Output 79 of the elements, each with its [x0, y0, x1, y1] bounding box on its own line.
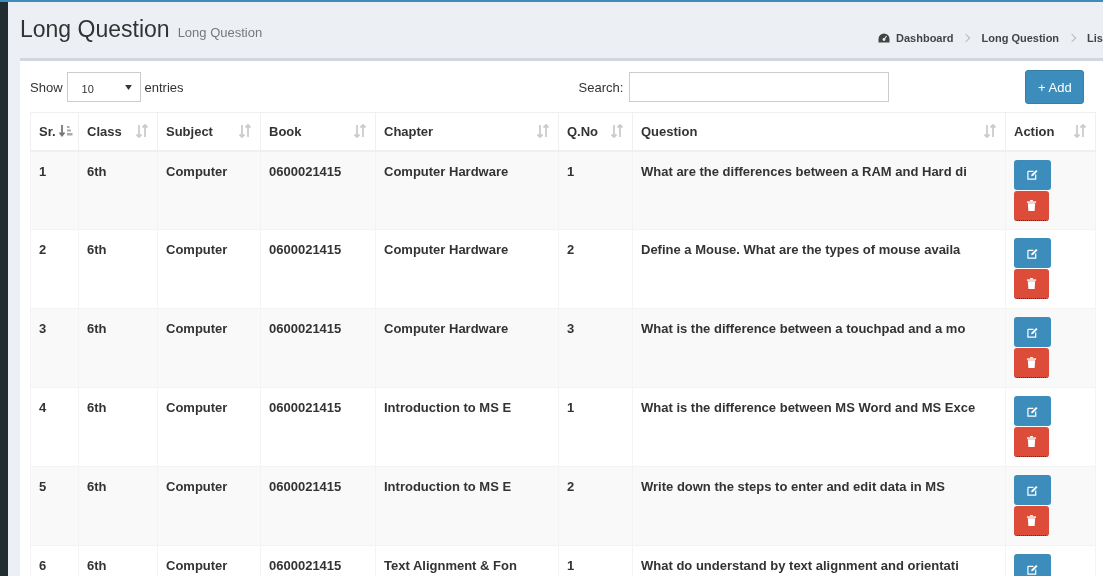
table-cell: Define a Mouse. What are the types of mouse availa — [632, 229, 1006, 309]
table-cell: 6th — [78, 308, 158, 388]
delete-button[interactable] — [1014, 190, 1049, 221]
table-cell: Introduction to MS E — [375, 466, 559, 546]
column-header[interactable]: Class — [78, 112, 158, 151]
table-cell: What is the difference between MS Word and MS Exce — [632, 387, 1006, 467]
table-cell: 6th — [78, 229, 158, 309]
table-cell: Computer — [157, 387, 261, 467]
table-cell: Computer — [157, 466, 261, 546]
table-cell: Computer Hardware — [375, 150, 559, 230]
breadcrumb-current[interactable]: Lis — [1087, 31, 1103, 44]
column-header[interactable]: Subject — [157, 112, 261, 151]
trash-icon — [1026, 357, 1037, 368]
table-cell: 0600021415 — [260, 387, 376, 467]
table-cell: 5 — [30, 466, 79, 546]
trash-icon — [1026, 436, 1037, 447]
page-title: Long Question — [20, 16, 170, 43]
column-header[interactable]: Q.No — [558, 112, 633, 151]
column-header[interactable]: Question — [632, 112, 1006, 151]
entries-label: entries — [144, 79, 184, 95]
dashboard-icon — [878, 32, 890, 43]
table-cell: 2 — [30, 229, 79, 309]
table-cell: Computer Hardware — [375, 229, 559, 309]
column-header[interactable]: Action — [1005, 112, 1096, 151]
breadcrumb-link[interactable]: Dashboard — [896, 31, 954, 44]
table-cell: Introduction to MS E — [375, 387, 559, 467]
edit-button[interactable] — [1014, 554, 1051, 576]
edit-button[interactable] — [1014, 159, 1051, 190]
page-subtitle: Long Question — [177, 25, 263, 40]
add-button[interactable]: + Add — [1025, 70, 1085, 104]
table-cell: 2 — [558, 229, 633, 309]
edit-icon — [1027, 247, 1038, 259]
table-cell: 6th — [78, 387, 158, 467]
trash-icon — [1026, 278, 1037, 289]
table-cell: 1 — [30, 150, 79, 230]
delete-button[interactable] — [1014, 427, 1049, 457]
show-label: Show — [30, 79, 63, 95]
edit-button[interactable] — [1014, 317, 1051, 347]
table-cell: Computer — [157, 229, 261, 309]
table-cell: 6th — [78, 466, 158, 546]
table-cell: Write down the steps to enter and edit data in MS — [632, 466, 1006, 546]
edit-button[interactable] — [1014, 238, 1051, 268]
table-cell: 0600021415 — [260, 308, 376, 388]
edit-icon — [1027, 405, 1038, 417]
delete-button[interactable] — [1014, 269, 1049, 299]
table-cell: 0600021415 — [260, 466, 376, 546]
table-cell: 3 — [558, 308, 633, 388]
edit-icon — [1027, 326, 1038, 338]
table-cell: 0600021415 — [260, 150, 376, 230]
page-size-select[interactable]: 10 — [66, 72, 141, 102]
edit-button[interactable] — [1014, 475, 1051, 505]
edit-icon — [1027, 484, 1038, 496]
table-cell: 2 — [558, 466, 633, 546]
table-cell: 3 — [30, 308, 79, 388]
table-cell: What is the difference between a touchpad and a mo — [632, 308, 1006, 388]
table-cell: 4 — [30, 387, 79, 467]
table-cell: 1 — [558, 387, 633, 467]
trash-icon — [1026, 515, 1037, 526]
table-cell: Computer — [157, 308, 261, 388]
table-cell: Computer — [157, 150, 261, 230]
table-cell: 1 — [558, 150, 633, 230]
delete-button[interactable] — [1014, 506, 1049, 536]
column-header[interactable]: Chapter — [375, 112, 559, 151]
breadcrumb-link[interactable]: Long Question — [981, 31, 1060, 44]
column-header[interactable]: Book — [260, 112, 376, 151]
column-header[interactable]: Sr. — [30, 112, 79, 151]
table-cell: 6 — [30, 545, 79, 576]
edit-icon — [1027, 169, 1038, 180]
search-field[interactable] — [629, 72, 890, 102]
table-cell: What are the differences between a RAM and Hard di — [632, 150, 1006, 230]
edit-icon — [1027, 563, 1038, 575]
table-cell: 6th — [78, 150, 158, 230]
table-cell: 0600021415 — [260, 229, 376, 309]
search-label: Search: — [578, 79, 624, 95]
table-cell: Computer Hardware — [375, 308, 559, 388]
edit-button[interactable] — [1014, 396, 1051, 426]
trash-icon — [1026, 199, 1037, 211]
delete-button[interactable] — [1014, 348, 1049, 378]
caret-icon — [124, 84, 132, 90]
